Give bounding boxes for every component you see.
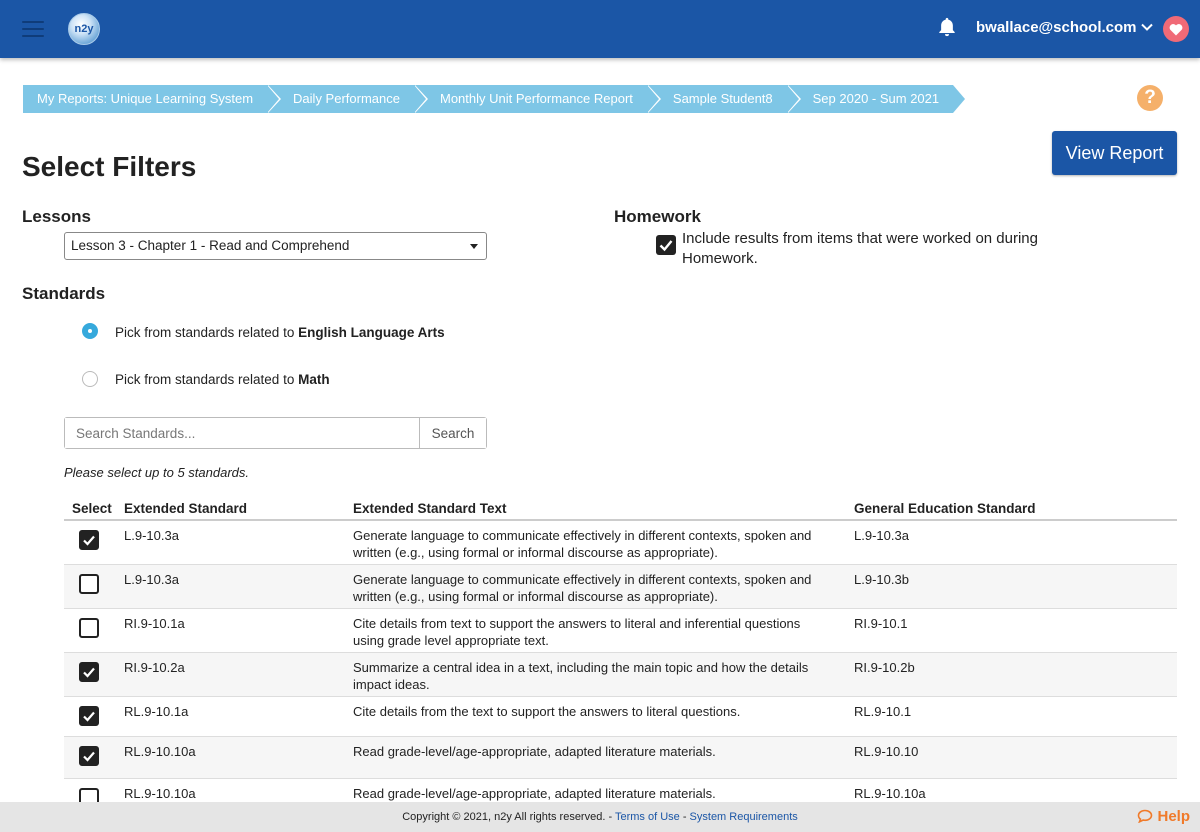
radio-label-subject: English Language Arts: [298, 325, 445, 340]
extended-standard-cell: L.9-10.3a: [124, 572, 179, 587]
check-icon: [83, 667, 95, 678]
standards-table: Select Extended Standard Extended Standa…: [64, 497, 1177, 819]
chevron-down-icon[interactable]: [1140, 20, 1154, 34]
table-body: L.9-10.3a Generate language to communicat…: [64, 521, 1177, 819]
breadcrumb-item[interactable]: Daily Performance: [267, 85, 428, 113]
column-header-select: Select: [72, 500, 112, 516]
general-standard-cell: L.9-10.3b: [854, 572, 909, 587]
radio-ela[interactable]: [82, 323, 98, 339]
lesson-select[interactable]: Lesson 3 - Chapter 1 - Read and Comprehe…: [64, 232, 487, 260]
footer-separator: -: [679, 811, 690, 823]
table-row: RI.9-10.1a Cite details from text to supp…: [64, 609, 1177, 653]
table-row: L.9-10.3a Generate language to communicat…: [64, 521, 1177, 565]
homework-heading: Homework: [614, 207, 701, 226]
terms-link[interactable]: Terms of Use: [615, 811, 680, 823]
general-standard-cell: L.9-10.3a: [854, 528, 909, 543]
row-checkbox[interactable]: [79, 618, 99, 638]
breadcrumb: My Reports: Unique Learning System Daily…: [23, 85, 966, 113]
table-header: Select Extended Standard Extended Standa…: [64, 497, 1177, 521]
select-cell: [64, 609, 114, 652]
radio-label-prefix: Pick from standards related to: [115, 372, 299, 387]
column-header-extended-standard: Extended Standard: [124, 500, 248, 516]
standards-heading: Standards: [22, 284, 106, 303]
check-icon: [83, 711, 95, 722]
check-icon: [83, 751, 95, 762]
extended-text-cell: Cite details from text to support the an…: [353, 616, 801, 648]
copyright-text: Copyright © 2021, n2y All rights reserve…: [402, 811, 615, 823]
menu-icon[interactable]: [22, 21, 44, 37]
general-standard-cell: RI.9-10.1: [854, 616, 908, 631]
standards-search: Search: [64, 417, 487, 449]
select-cell: [64, 737, 114, 778]
lesson-select-value: Lesson 3 - Chapter 1 - Read and Comprehe…: [71, 238, 350, 253]
help-icon[interactable]: ?: [1137, 85, 1163, 111]
top-bar: n2y bwallace@school.com: [0, 0, 1200, 58]
check-icon: [659, 240, 673, 252]
caret-down-icon: [470, 244, 478, 249]
favorites-button[interactable]: [1163, 16, 1189, 42]
select-cell: [64, 653, 114, 696]
breadcrumb-item[interactable]: Sep 2020 - Sum 2021: [786, 85, 966, 113]
column-header-general-standard: General Education Standard: [854, 500, 1036, 516]
extended-standard-cell: RI.9-10.1a: [124, 616, 185, 631]
extended-standard-cell: RL.9-10.10a: [124, 744, 196, 759]
extended-text-cell: Generate language to communicate effecti…: [353, 528, 812, 560]
n2y-logo[interactable]: n2y: [68, 13, 100, 45]
table-row: L.9-10.3a Generate language to communicat…: [64, 565, 1177, 609]
help-link[interactable]: Help: [1137, 802, 1190, 832]
footer: Copyright © 2021, n2y All rights reserve…: [0, 802, 1200, 832]
system-requirements-link[interactable]: System Requirements: [690, 811, 798, 823]
general-standard-cell: RL.9-10.10: [854, 744, 919, 759]
select-cell: [64, 565, 114, 608]
search-button[interactable]: Search: [420, 418, 486, 448]
extended-text-cell: Read grade-level/age-appropriate, adapte…: [353, 744, 716, 759]
extended-text-cell: Generate language to communicate effecti…: [353, 572, 812, 604]
table-row: RL.9-10.1a Cite details from the text to …: [64, 697, 1177, 737]
radio-label-subject: Math: [298, 372, 330, 387]
table-row: RI.9-10.2a Summarize a central idea in a …: [64, 653, 1177, 697]
homework-checkbox[interactable]: [656, 235, 676, 255]
extended-standard-cell: RL.9-10.1a: [124, 704, 189, 719]
radio-ela-label[interactable]: Pick from standards related to English L…: [115, 325, 445, 340]
extended-standard-cell: RI.9-10.2a: [124, 660, 185, 675]
general-standard-cell: RL.9-10.1: [854, 704, 912, 719]
view-report-button[interactable]: View Report: [1052, 131, 1177, 175]
lessons-heading: Lessons: [22, 207, 91, 226]
extended-standard-cell: L.9-10.3a: [124, 528, 179, 543]
chat-bubble-icon: [1138, 809, 1153, 824]
page-title: Select Filters: [22, 151, 197, 182]
row-checkbox[interactable]: [79, 530, 99, 550]
row-checkbox[interactable]: [79, 574, 99, 594]
radio-math-label[interactable]: Pick from standards related to Math: [115, 372, 330, 387]
bell-icon[interactable]: [936, 16, 958, 38]
selection-hint: Please select up to 5 standards.: [64, 465, 250, 480]
radio-label-prefix: Pick from standards related to: [115, 325, 299, 340]
extended-text-cell: Cite details from the text to support th…: [353, 704, 741, 719]
heart-icon: [1169, 23, 1183, 35]
breadcrumb-item[interactable]: Sample Student8: [646, 85, 801, 113]
column-header-extended-text: Extended Standard Text: [353, 500, 507, 516]
table-row: RL.9-10.10a Read grade-level/age-appropri…: [64, 737, 1177, 779]
extended-text-cell: Summarize a central idea in a text, incl…: [353, 660, 809, 692]
breadcrumb-item[interactable]: My Reports: Unique Learning System: [23, 85, 282, 113]
user-email[interactable]: bwallace@school.com: [976, 19, 1137, 36]
homework-label: Include results from items that were wor…: [682, 230, 1038, 267]
help-link-label: Help: [1157, 808, 1190, 825]
row-checkbox[interactable]: [79, 706, 99, 726]
select-cell: [64, 697, 114, 736]
breadcrumb-item[interactable]: Monthly Unit Performance Report: [413, 85, 661, 113]
general-standard-cell: RI.9-10.2b: [854, 660, 915, 675]
check-icon: [83, 535, 95, 546]
row-checkbox[interactable]: [79, 746, 99, 766]
select-cell: [64, 521, 114, 564]
search-input[interactable]: [65, 418, 420, 448]
radio-math[interactable]: [82, 371, 98, 387]
row-checkbox[interactable]: [79, 662, 99, 682]
